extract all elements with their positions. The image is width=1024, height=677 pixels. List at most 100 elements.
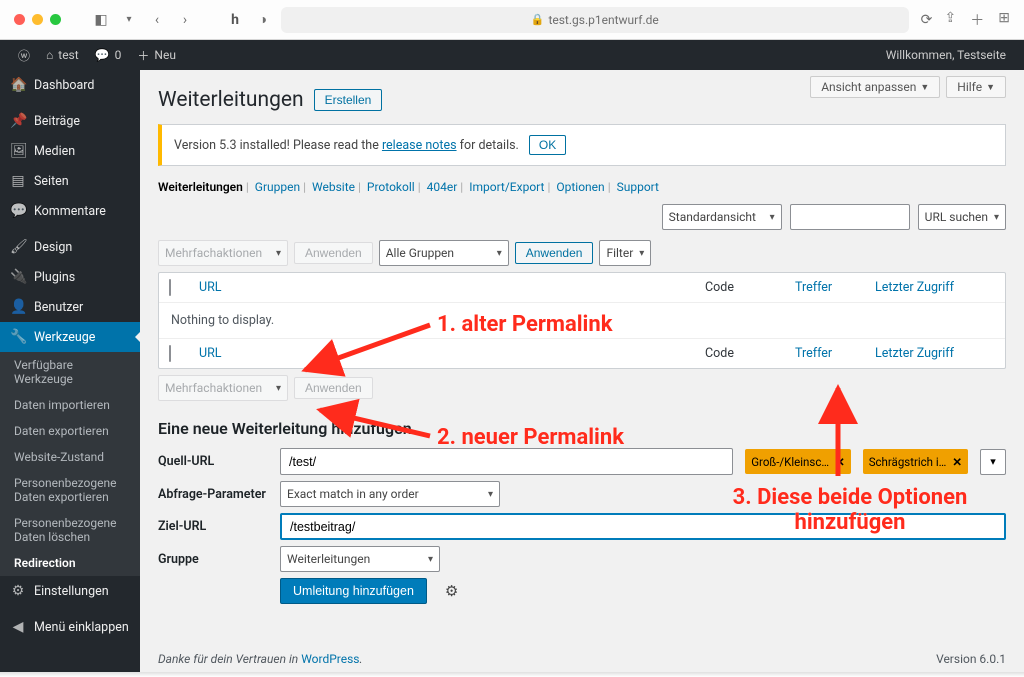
- wp-admin-bar: ⓦ ⌂test 💬0 ＋Neu Willkommen, Testseite: [0, 40, 1024, 70]
- remove-tag-icon[interactable]: ✕: [835, 455, 845, 469]
- browser-chrome: ◧ ▾ ‹ › h ◑ 🔒 test.gs.p1entwurf.de ⟳ ⇪ ＋…: [0, 0, 1024, 40]
- subnav-groups[interactable]: Gruppen: [255, 180, 300, 194]
- back-icon[interactable]: ‹: [147, 12, 167, 28]
- menu-settings[interactable]: ⚙Einstellungen: [0, 576, 140, 606]
- remove-tag-icon[interactable]: ✕: [952, 455, 962, 469]
- admin-sidebar: 🏠Dashboard 📌Beiträge 🖼Medien ▤Seiten 💬Ko…: [0, 70, 140, 672]
- target-url-input[interactable]: [280, 513, 1006, 540]
- lock-icon: 🔒: [531, 13, 545, 26]
- sidebar-toggle-icon[interactable]: ◧: [91, 12, 111, 28]
- subnav-redirects[interactable]: Weiterleitungen: [158, 180, 243, 194]
- option-tag-case[interactable]: Groß-/Kleinsc…✕: [745, 449, 851, 474]
- group-select[interactable]: Weiterleitungen▾: [280, 546, 440, 572]
- source-options-toggle[interactable]: ▾: [980, 449, 1006, 475]
- source-url-input[interactable]: [280, 448, 733, 475]
- target-url-label: Ziel-URL: [158, 519, 268, 534]
- notice-ok-button[interactable]: OK: [529, 135, 566, 155]
- menu-collapse[interactable]: ◀Menü einklappen: [0, 612, 140, 642]
- greeting[interactable]: Willkommen, Testseite: [878, 48, 1014, 62]
- content-area: Ansicht anpassen▼ Hilfe▼ Weiterleitungen…: [140, 70, 1024, 672]
- subnav-site[interactable]: Website: [312, 180, 355, 194]
- search-type-select[interactable]: URL suchen▾: [918, 204, 1006, 230]
- menu-media[interactable]: 🖼Medien: [0, 136, 140, 166]
- subnav-options[interactable]: Optionen: [556, 180, 604, 194]
- menu-appearance[interactable]: 🖌Design: [0, 232, 140, 262]
- wrench-icon: 🔧: [10, 329, 26, 345]
- redirects-table: URL Code Treffer Letzter Zugriff Nothing…: [158, 272, 1006, 369]
- update-notice: Version 5.3 installed! Please read the r…: [158, 124, 1006, 166]
- comments-count[interactable]: 💬0: [87, 48, 130, 62]
- sub-available-tools[interactable]: Verfügbare Werkzeuge: [0, 352, 140, 392]
- dashboard-icon: 🏠: [10, 77, 26, 93]
- settings-icon: ⚙: [10, 583, 26, 599]
- subnav-support[interactable]: Support: [617, 180, 659, 194]
- bulk-actions-select[interactable]: Mehrfachaktionen▾: [158, 240, 288, 266]
- new-tab-icon[interactable]: ＋: [970, 10, 984, 30]
- create-button[interactable]: Erstellen: [314, 89, 383, 111]
- search-input[interactable]: [790, 204, 910, 230]
- tabs-icon[interactable]: ⊞: [998, 10, 1010, 30]
- menu-comments[interactable]: 💬Kommentare: [0, 196, 140, 226]
- sub-export-personal[interactable]: Personenbezogene Daten exportieren: [0, 470, 140, 510]
- col-hits[interactable]: Treffer: [795, 280, 875, 295]
- wp-logo[interactable]: ⓦ: [10, 47, 38, 64]
- group-filter-select[interactable]: Alle Gruppen▾: [379, 240, 509, 266]
- honey-icon[interactable]: h: [225, 12, 245, 28]
- refresh-icon[interactable]: ⟳: [917, 12, 937, 28]
- col-last[interactable]: Letzter Zugriff: [875, 280, 995, 295]
- gear-icon[interactable]: ⚙: [445, 582, 458, 600]
- forward-icon[interactable]: ›: [175, 12, 195, 28]
- col-url[interactable]: URL: [199, 280, 705, 295]
- menu-plugins[interactable]: 🔌Plugins: [0, 262, 140, 292]
- add-redirect-button[interactable]: Umleitung hinzufügen: [280, 578, 427, 604]
- close-window[interactable]: [14, 14, 25, 25]
- subnav-log[interactable]: Protokoll: [367, 180, 415, 194]
- notice-text: Version 5.3 installed! Please read the r…: [174, 138, 519, 153]
- release-notes-link[interactable]: release notes: [382, 138, 457, 153]
- share-icon[interactable]: ⇪: [945, 10, 957, 30]
- url-bar[interactable]: 🔒 test.gs.p1entwurf.de: [281, 7, 909, 33]
- subnav-import[interactable]: Import/Export: [469, 180, 544, 194]
- pages-icon: ▤: [10, 173, 26, 189]
- traffic-lights: [14, 14, 61, 25]
- sub-import[interactable]: Daten importieren: [0, 392, 140, 418]
- sub-site-health[interactable]: Website-Zustand: [0, 444, 140, 470]
- menu-tools[interactable]: 🔧Werkzeuge: [0, 322, 140, 352]
- site-name[interactable]: ⌂test: [38, 48, 87, 62]
- wp-footer: Danke für dein Vertrauen in WordPress. V…: [158, 652, 1006, 666]
- subnav: Weiterleitungen| Gruppen| Website| Proto…: [158, 180, 1006, 194]
- bulk-apply-button-bottom[interactable]: Anwenden: [294, 377, 373, 399]
- sub-erase-personal[interactable]: Personenbezogene Daten löschen: [0, 510, 140, 550]
- view-mode-select[interactable]: Standardansicht▾: [662, 204, 782, 230]
- screen-options-button[interactable]: Ansicht anpassen▼: [810, 76, 940, 98]
- menu-tools-submenu: Verfügbare Werkzeuge Daten importieren D…: [0, 352, 140, 576]
- menu-posts[interactable]: 📌Beiträge: [0, 106, 140, 136]
- bulk-apply-button[interactable]: Anwenden: [294, 242, 373, 264]
- menu-users[interactable]: 👤Benutzer: [0, 292, 140, 322]
- comments-icon: 💬: [10, 203, 26, 219]
- option-tag-slash[interactable]: Schrägstrich i…✕: [863, 449, 968, 474]
- shield-icon[interactable]: ◑: [253, 11, 273, 28]
- plugin-icon: 🔌: [10, 269, 26, 285]
- sub-export[interactable]: Daten exportieren: [0, 418, 140, 444]
- help-button[interactable]: Hilfe▼: [946, 76, 1006, 98]
- select-all-checkbox-foot[interactable]: [169, 345, 171, 362]
- maximize-window[interactable]: [50, 14, 61, 25]
- filter-select[interactable]: Filter▾: [599, 240, 651, 266]
- media-icon: 🖼: [10, 143, 26, 159]
- new-content[interactable]: ＋Neu: [129, 47, 184, 64]
- minimize-window[interactable]: [32, 14, 43, 25]
- chevron-down-icon[interactable]: ▾: [119, 14, 139, 25]
- bulk-actions-select-bottom[interactable]: Mehrfachaktionen▾: [158, 375, 288, 401]
- sub-redirection[interactable]: Redirection: [0, 550, 140, 576]
- menu-dashboard[interactable]: 🏠Dashboard: [0, 70, 140, 100]
- group-apply-button[interactable]: Anwenden: [515, 242, 594, 264]
- select-all-checkbox[interactable]: [169, 279, 171, 296]
- subnav-404[interactable]: 404er: [427, 180, 458, 194]
- menu-pages[interactable]: ▤Seiten: [0, 166, 140, 196]
- collapse-icon: ◀: [10, 619, 26, 635]
- wordpress-link[interactable]: WordPress: [301, 652, 359, 666]
- group-label: Gruppe: [158, 552, 268, 567]
- table-head: URL Code Treffer Letzter Zugriff: [159, 273, 1005, 302]
- query-param-select[interactable]: Exact match in any order▾: [280, 481, 500, 507]
